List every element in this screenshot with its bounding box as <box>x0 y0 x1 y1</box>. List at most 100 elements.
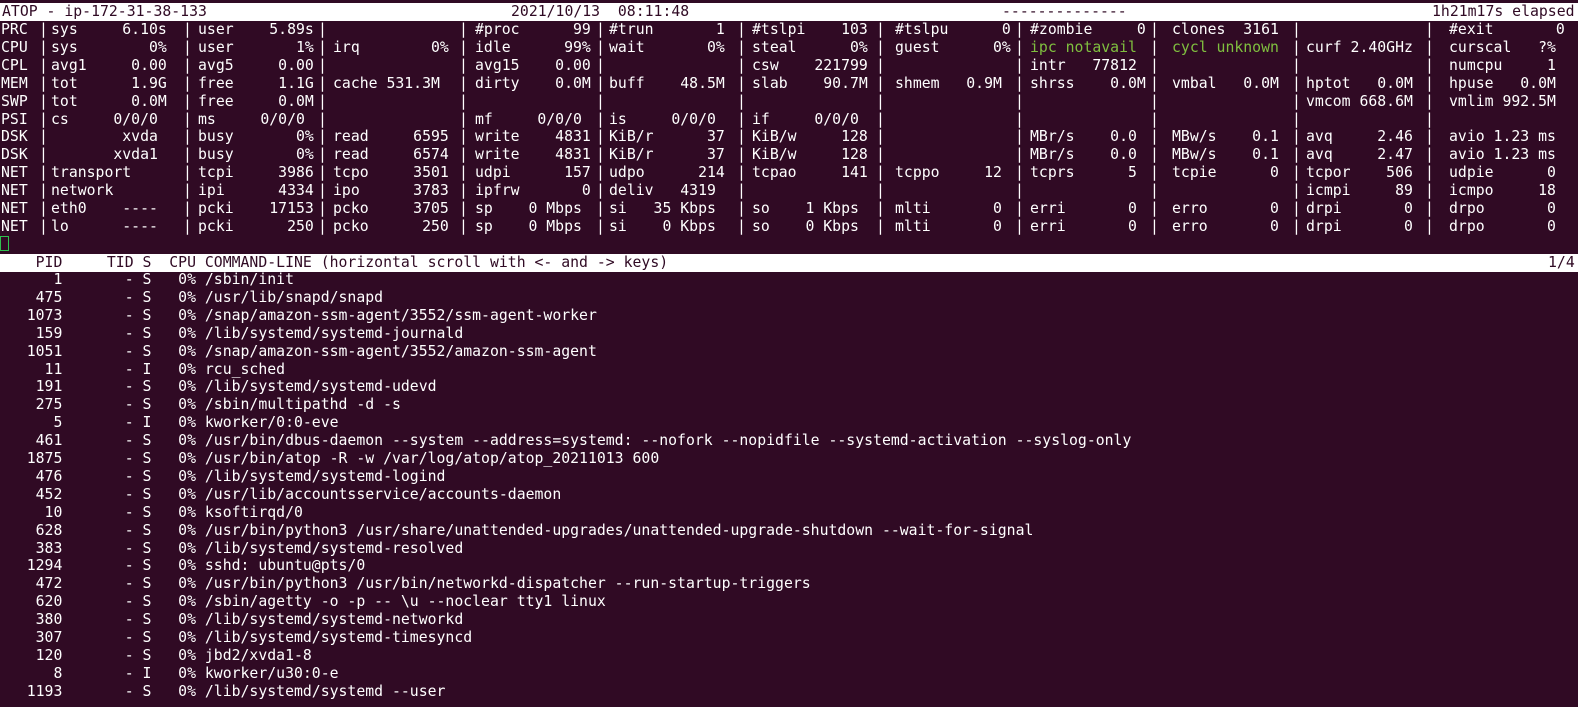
column-separator: | <box>318 146 327 164</box>
atop-title-bar: ATOP - ip-172-31-38-133 2021/10/13 08:11… <box>0 3 1578 21</box>
process-row[interactable]: 120 - S 0% jbd2/xvda1-8 <box>0 647 1578 665</box>
process-row[interactable]: 1193 - S 0% /lib/systemd/systemd --user <box>0 683 1578 701</box>
column-separator: | <box>318 110 327 128</box>
column-separator: | <box>876 217 885 235</box>
column-separator: | <box>1292 38 1301 56</box>
process-row[interactable]: 1294 - S 0% sshd: ubuntu@pts/0 <box>0 557 1578 575</box>
stat-cell: KiB/r 37 <box>609 128 725 146</box>
stat-cell: #zombie 0 <box>1030 21 1146 38</box>
stat-cell: avg15 0.00 <box>475 56 591 74</box>
column-separator: | <box>1015 146 1024 164</box>
stat-row-net: NET | | | | | | | | | | | lo ---- pcki 250 pcko 250 sp … <box>0 218 1578 236</box>
process-row[interactable]: 8 - I 0% kworker/u30:0-e <box>0 665 1578 683</box>
process-row[interactable]: 628 - S 0% /usr/bin/python3 /usr/share/u… <box>0 522 1578 540</box>
process-row[interactable]: 452 - S 0% /usr/lib/accountsservice/acco… <box>0 486 1578 504</box>
stat-cell: mlti 0 <box>895 217 1002 235</box>
stat-cell: is 0/0/0 <box>609 110 716 128</box>
stat-row-dsk: DSK | | | | | | | | | | | xvda1 busy 0% read 6574 writ… <box>0 146 1578 164</box>
process-row[interactable]: 275 - S 0% /sbin/multipathd -d -s <box>0 396 1578 414</box>
stat-cell: curf 2.40GHz <box>1306 38 1413 56</box>
column-separator: | <box>596 21 605 38</box>
stat-cell: erri 0 <box>1030 200 1137 217</box>
process-row[interactable]: 476 - S 0% /lib/systemd/systemd-logind <box>0 468 1578 486</box>
column-separator: | <box>318 217 327 235</box>
column-separator: | <box>596 38 605 56</box>
column-separator: | <box>1292 56 1301 74</box>
process-row[interactable]: 191 - S 0% /lib/systemd/systemd-udevd <box>0 378 1578 396</box>
column-separator: | <box>39 74 48 92</box>
column-separator: | <box>1425 182 1434 200</box>
process-row[interactable]: 380 - S 0% /lib/systemd/systemd-networkd <box>0 611 1578 629</box>
column-separator: | <box>1425 128 1434 146</box>
column-separator: | <box>596 164 605 182</box>
column-separator: | <box>1150 128 1159 146</box>
process-row-text: 1 - S 0% /sbin/init <box>0 271 294 288</box>
column-separator: | <box>1150 92 1159 110</box>
process-row[interactable]: 383 - S 0% /lib/systemd/systemd-resolved <box>0 540 1578 558</box>
column-separator: | <box>318 56 327 74</box>
stat-cell: intr 77812 <box>1030 56 1137 74</box>
column-separator: | <box>596 92 605 110</box>
stat-cell: avq 2.46 <box>1306 128 1413 146</box>
column-separator: | <box>183 38 192 56</box>
column-separator: | <box>596 128 605 146</box>
process-row[interactable]: 461 - S 0% /usr/bin/dbus-daemon --system… <box>0 432 1578 450</box>
stat-cell: tot 1.9G <box>51 74 167 92</box>
column-separator: | <box>39 182 48 200</box>
column-separator: | <box>318 182 327 200</box>
process-row[interactable]: 475 - S 0% /usr/lib/snapd/snapd <box>0 289 1578 307</box>
process-row-text: 1073 - S 0% /snap/amazon-ssm-agent/3552/… <box>0 306 597 324</box>
process-row[interactable]: 5 - I 0% kworker/0:0-eve <box>0 414 1578 432</box>
stat-row-label: NET <box>1 200 28 217</box>
column-separator: | <box>1425 217 1434 235</box>
process-row[interactable]: 159 - S 0% /lib/systemd/systemd-journald <box>0 325 1578 343</box>
stat-cell: pcki 17153 <box>198 200 314 217</box>
stat-cell: busy 0% <box>198 128 314 146</box>
column-separator: | <box>737 92 746 110</box>
column-separator: | <box>737 164 746 182</box>
process-row[interactable]: 1051 - S 0% /snap/amazon-ssm-agent/3552/… <box>0 343 1578 361</box>
process-row[interactable]: 1 - S 0% /sbin/init <box>0 271 1578 289</box>
column-separator: | <box>1425 164 1434 182</box>
stat-cell: user 5.89s <box>198 21 314 38</box>
stat-cell: busy 0% <box>198 146 314 164</box>
stat-cell: numcpu 1 <box>1449 56 1556 74</box>
column-separator: | <box>39 110 48 128</box>
stat-cell: erro 0 <box>1172 217 1279 235</box>
stat-row-label: NET <box>1 164 28 182</box>
stat-cell: dirty 0.0M <box>475 74 591 92</box>
process-row-text: 380 - S 0% /lib/systemd/systemd-networkd <box>0 611 464 629</box>
stat-cell: drpi 0 <box>1306 200 1413 217</box>
stat-cell: avq 2.47 <box>1306 146 1413 164</box>
column-separator: | <box>459 21 468 38</box>
stat-cell: tcpi 3986 <box>198 164 314 182</box>
column-separator: | <box>1015 56 1024 74</box>
process-row[interactable]: 472 - S 0% /usr/bin/python3 /usr/bin/net… <box>0 575 1578 593</box>
column-separator: | <box>737 128 746 146</box>
stat-row-cpl: CPL | | | | | | | | | | | avg1 0.00 avg5 0.00 avg15 0.… <box>0 57 1578 75</box>
column-separator: | <box>1292 110 1301 128</box>
stat-cell: vmcom 668.6M <box>1306 92 1413 110</box>
column-separator: | <box>876 56 885 74</box>
process-row[interactable]: 1073 - S 0% /snap/amazon-ssm-agent/3552/… <box>0 307 1578 325</box>
process-row[interactable]: 1875 - S 0% /usr/bin/atop -R -w /var/log… <box>0 450 1578 468</box>
stat-cell: tcpie 0 <box>1172 164 1279 182</box>
process-row-text: 120 - S 0% jbd2/xvda1-8 <box>0 646 312 664</box>
input-cursor <box>0 236 9 251</box>
process-row[interactable]: 307 - S 0% /lib/systemd/systemd-timesync… <box>0 629 1578 647</box>
column-separator: | <box>318 164 327 182</box>
stat-cell: so 1 Kbps <box>752 200 859 217</box>
column-separator: | <box>318 38 327 56</box>
stat-row-net: NET | | | | | | | | | | | eth0 ---- pcki 17153 pcko 37… <box>0 200 1578 218</box>
stat-cell: hptot 0.0M <box>1306 74 1413 92</box>
atop-terminal[interactable]: ATOP - ip-172-31-38-133 2021/10/13 08:11… <box>0 0 1578 707</box>
stat-cell: MBw/s 0.1 <box>1172 128 1279 146</box>
process-row[interactable]: 10 - S 0% ksoftirqd/0 <box>0 504 1578 522</box>
process-row-text: 452 - S 0% /usr/lib/accountsservice/acco… <box>0 485 562 503</box>
column-separator: | <box>183 128 192 146</box>
column-separator: | <box>876 182 885 200</box>
process-row[interactable]: 11 - I 0% rcu_sched <box>0 361 1578 379</box>
process-row[interactable]: 620 - S 0% /sbin/agetty -o -p -- \u --no… <box>0 593 1578 611</box>
process-row-text: 620 - S 0% /sbin/agetty -o -p -- \u --no… <box>0 593 606 611</box>
column-separator: | <box>1292 74 1301 92</box>
